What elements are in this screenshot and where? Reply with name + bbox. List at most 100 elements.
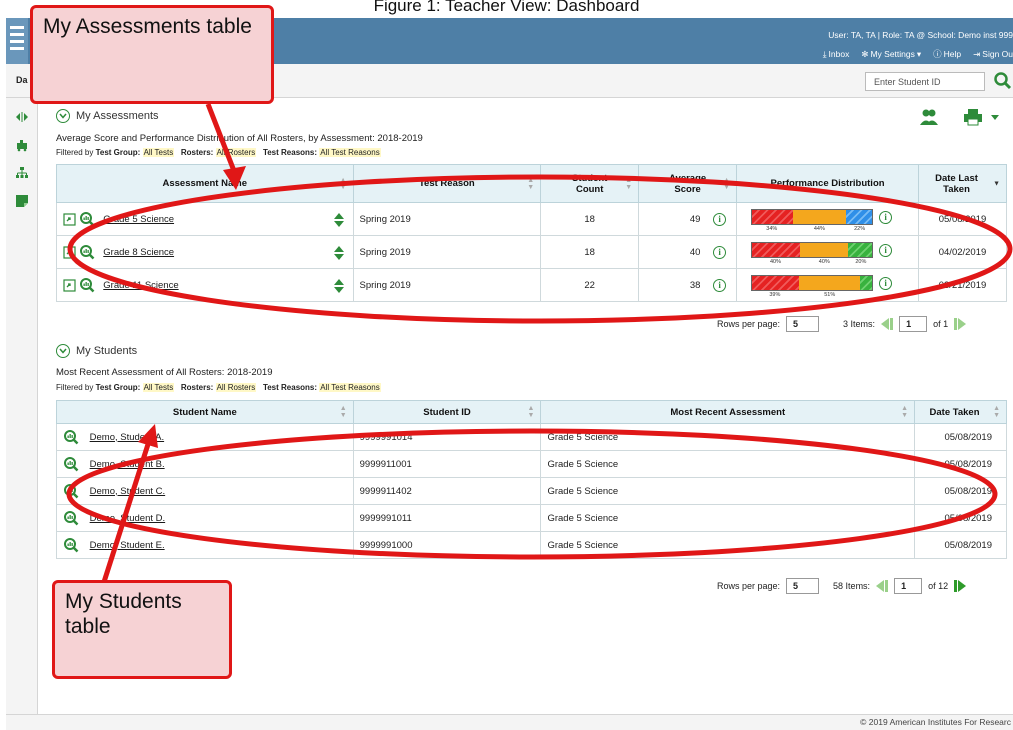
average-score-value: 40 bbox=[689, 246, 701, 258]
student-name-link[interactable]: Demo, Student A. bbox=[90, 432, 164, 443]
page-number-input[interactable]: 1 bbox=[899, 316, 928, 332]
average-score-value: 49 bbox=[689, 213, 701, 225]
perf-label: 39% bbox=[769, 291, 781, 298]
reorder-arrows-icon[interactable] bbox=[333, 246, 345, 260]
people-icon[interactable] bbox=[918, 107, 940, 127]
collapse-chevron-icon[interactable] bbox=[56, 109, 70, 123]
assessments-pager: Rows per page: 5 3 Items: 1 of 1 bbox=[717, 316, 967, 332]
search-icon[interactable] bbox=[992, 70, 1013, 92]
view-report-magnifier-icon[interactable] bbox=[63, 429, 79, 445]
student-name-link[interactable]: Demo, Student E. bbox=[90, 540, 165, 551]
footer-copyright: © 2019 American Institutes For Researc bbox=[6, 714, 1013, 730]
info-icon[interactable]: i bbox=[879, 210, 893, 224]
student-row: Demo, Student D. 9999991011 Grade 5 Scie… bbox=[56, 504, 1007, 532]
perf-label: 22% bbox=[854, 225, 866, 232]
students-table: Student Name ▲ ▼ Student ID ▲ ▼ Most Recent … bbox=[56, 400, 1007, 559]
previous-page-icon[interactable] bbox=[876, 580, 889, 592]
help-link[interactable]: ⓘ Help bbox=[933, 48, 961, 60]
test-reason-cell: Spring 2019 bbox=[352, 235, 542, 269]
export-report-icon[interactable] bbox=[63, 245, 76, 259]
perf-label: 44% bbox=[813, 225, 825, 232]
view-report-magnifier-icon[interactable] bbox=[63, 483, 79, 499]
view-report-magnifier-icon[interactable] bbox=[79, 211, 95, 227]
perf-segment bbox=[800, 242, 849, 257]
previous-page-icon[interactable] bbox=[881, 318, 894, 330]
most-recent-assessment-cell: Grade 5 Science bbox=[540, 531, 916, 559]
assessment-row: Grade 8 Science Spring 2019 18 40 i 40% 4… bbox=[56, 235, 1007, 269]
assessment-row: Grade 5 Science Spring 2019 18 49 i 34% 4… bbox=[56, 202, 1007, 236]
view-report-magnifier-icon[interactable] bbox=[63, 537, 79, 553]
info-icon[interactable]: i bbox=[713, 278, 727, 292]
info-icon[interactable]: i bbox=[879, 276, 893, 290]
student-id-cell: 9999911402 bbox=[352, 477, 542, 505]
view-report-magnifier-icon[interactable] bbox=[63, 510, 79, 526]
col-student-name[interactable]: Student Name ▲ ▼ bbox=[56, 400, 354, 424]
col-average-score[interactable]: Average Score ▲ ▼ bbox=[638, 164, 738, 203]
student-id-cell: 9999991000 bbox=[352, 531, 542, 559]
assessments-subtitle: Average Score and Performance Distributi… bbox=[56, 133, 423, 144]
reorder-arrows-icon[interactable] bbox=[333, 213, 345, 227]
page-number-input[interactable]: 1 bbox=[894, 578, 923, 594]
assessments-filter: Filtered by Test Group: All Tests Roster… bbox=[56, 148, 381, 157]
view-report-magnifier-icon[interactable] bbox=[79, 244, 95, 260]
note-icon[interactable] bbox=[15, 194, 29, 208]
student-name-link[interactable]: Demo, Student B. bbox=[90, 459, 165, 470]
info-icon[interactable]: i bbox=[713, 245, 727, 259]
sign-out-link[interactable]: ⇥ Sign Ou bbox=[973, 48, 1013, 60]
my-settings-link[interactable]: ✻ My Settings ▾ bbox=[861, 48, 921, 60]
expand-collapse-icon[interactable] bbox=[15, 110, 29, 124]
inbox-link[interactable]: ⤓ Inbox bbox=[823, 48, 850, 60]
bus-icon[interactable] bbox=[15, 138, 29, 152]
collapse-chevron-icon[interactable] bbox=[56, 344, 70, 358]
view-report-magnifier-icon[interactable] bbox=[79, 277, 95, 293]
assessments-table: Assessment Name ▲ ▼ Test Reason ▲ ▼ Student … bbox=[56, 164, 1007, 302]
student-row: Demo, Student C. 9999911402 Grade 5 Scie… bbox=[56, 477, 1007, 505]
perf-segment bbox=[845, 209, 873, 224]
reorder-arrows-icon[interactable] bbox=[333, 279, 345, 293]
print-icon[interactable] bbox=[963, 108, 1003, 126]
student-id-cell: 9999991014 bbox=[352, 423, 542, 451]
perf-label: 40% bbox=[769, 258, 781, 265]
col-date-last-taken[interactable]: Date Last Taken ▼ bbox=[918, 164, 1007, 203]
info-icon[interactable]: i bbox=[879, 243, 893, 257]
col-student-count[interactable]: Student Count ▲ ▼ bbox=[540, 164, 640, 203]
assessments-callout: My Assessments table bbox=[30, 5, 274, 104]
test-reason-cell: Spring 2019 bbox=[352, 268, 542, 302]
student-name-link[interactable]: Demo, Student C. bbox=[90, 486, 166, 497]
performance-bar bbox=[751, 274, 874, 291]
hierarchy-icon[interactable] bbox=[15, 166, 29, 180]
user-info: User: TA, TA | Role: TA @ School: Demo i… bbox=[828, 30, 1013, 40]
perf-label bbox=[861, 292, 873, 298]
col-most-recent-assessment[interactable]: Most Recent Assessment ▲ ▼ bbox=[540, 400, 916, 424]
dashboard-tab[interactable]: Da bbox=[16, 75, 28, 85]
assessment-name-link[interactable]: Grade 5 Science bbox=[103, 214, 174, 225]
info-icon[interactable]: i bbox=[713, 212, 727, 226]
next-page-icon[interactable] bbox=[954, 318, 967, 330]
assessment-name-link[interactable]: Grade 8 Science bbox=[103, 247, 174, 258]
app-logo-icon[interactable] bbox=[6, 18, 28, 64]
col-assessment-name[interactable]: Assessment Name ▲ ▼ bbox=[56, 164, 354, 203]
students-callout: My Students table bbox=[52, 580, 232, 679]
average-score-value: 38 bbox=[689, 279, 701, 291]
my-students-heading[interactable]: My Students bbox=[56, 344, 137, 358]
rows-per-page-select[interactable]: 5 bbox=[786, 578, 820, 594]
next-page-icon[interactable] bbox=[954, 580, 967, 592]
my-assessments-heading[interactable]: My Assessments bbox=[56, 109, 159, 123]
most-recent-assessment-cell: Grade 5 Science bbox=[540, 504, 916, 532]
most-recent-assessment-cell: Grade 5 Science bbox=[540, 423, 916, 451]
assessment-name-link[interactable]: Grade 11 Science bbox=[103, 280, 178, 291]
performance-bar bbox=[751, 241, 874, 258]
help-icon: ⓘ bbox=[933, 49, 942, 59]
col-date-taken[interactable]: Date Taken ▲ ▼ bbox=[914, 400, 1007, 424]
student-id-input[interactable] bbox=[865, 72, 985, 91]
col-test-reason[interactable]: Test Reason ▲ ▼ bbox=[352, 164, 542, 203]
perf-segment bbox=[798, 275, 861, 290]
export-report-icon[interactable] bbox=[63, 212, 76, 226]
student-count-cell: 18 bbox=[540, 202, 640, 236]
export-report-icon[interactable] bbox=[63, 278, 76, 292]
student-id-cell: 9999911001 bbox=[352, 450, 542, 478]
rows-per-page-select[interactable]: 5 bbox=[786, 316, 820, 332]
col-student-id[interactable]: Student ID ▲ ▼ bbox=[352, 400, 542, 424]
view-report-magnifier-icon[interactable] bbox=[63, 456, 79, 472]
student-name-link[interactable]: Demo, Student D. bbox=[90, 513, 166, 524]
